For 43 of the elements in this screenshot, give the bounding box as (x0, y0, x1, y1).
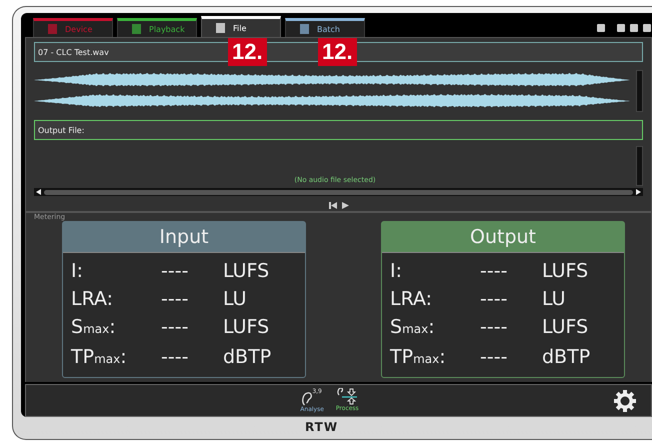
meter-unit: LU (542, 287, 567, 312)
ear-icon (302, 392, 312, 406)
scrollbar[interactable] (636, 146, 643, 186)
callout-badge: 12. (318, 38, 357, 66)
meter-label: LRA: (71, 287, 114, 312)
meter-value: ---- (161, 345, 190, 370)
meter-title: Output (382, 222, 624, 253)
scroll-left-icon[interactable] (36, 189, 41, 195)
output-file-field[interactable]: Output File: (34, 120, 643, 140)
meter-unit: dBTP (542, 345, 592, 370)
meter-value: ---- (480, 315, 508, 340)
ear-arrows-icon (337, 388, 358, 405)
meter-unit: LU (223, 287, 248, 312)
meter-unit: LUFS (542, 315, 590, 340)
skip-back-icon[interactable] (328, 200, 338, 210)
meter-unit: LUFS (542, 259, 590, 284)
tab[interactable]: File (201, 16, 281, 37)
meter-value: ---- (480, 345, 508, 370)
meter-value: ---- (480, 259, 508, 284)
tab[interactable]: Playback (117, 18, 197, 37)
meter-value: ---- (480, 287, 508, 312)
callout-badge: 12. (228, 38, 267, 66)
tab-icon (300, 24, 309, 34)
tab-icon (216, 23, 225, 33)
horizontal-scrollbar[interactable] (34, 188, 643, 196)
meter-unit: dBTP (223, 345, 272, 370)
meter-label: LRA: (390, 287, 434, 312)
meter-unit: LUFS (223, 259, 270, 284)
meter-label: I: (390, 259, 404, 284)
meter-value: ---- (161, 315, 190, 340)
settings-icon[interactable] (613, 388, 637, 412)
tab[interactable]: Batch (285, 18, 365, 37)
meter-label: I: (71, 259, 84, 284)
meter-title: Input (63, 222, 305, 253)
brand-logo: RTW (304, 420, 338, 434)
meter-value: ---- (161, 259, 190, 284)
scroll-right-icon[interactable] (636, 189, 641, 195)
meter-unit: LUFS (223, 315, 270, 340)
play-icon[interactable] (342, 200, 348, 210)
meter-value: ---- (161, 287, 190, 312)
scrollbar[interactable] (636, 70, 643, 112)
tab-icon (132, 24, 141, 34)
tab-icon (48, 24, 57, 34)
